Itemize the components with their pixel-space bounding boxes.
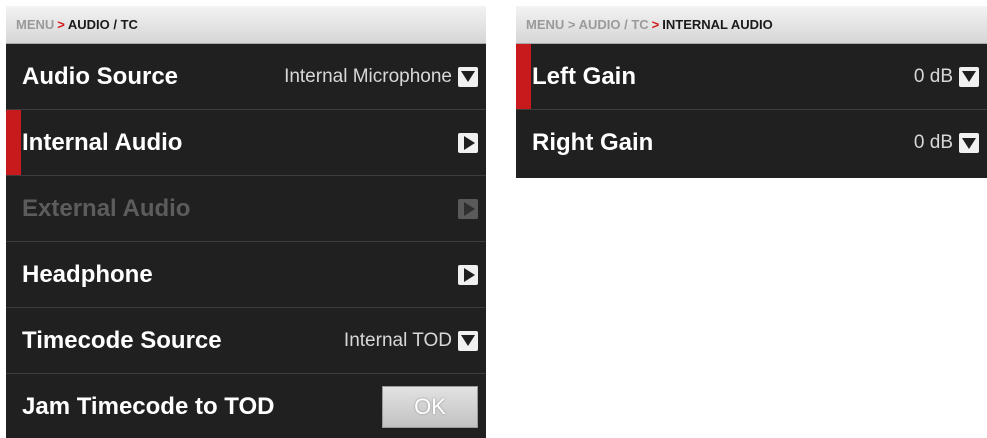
row-label: Timecode Source bbox=[22, 326, 222, 354]
breadcrumb-separator: > bbox=[57, 17, 65, 32]
breadcrumb-parent[interactable]: MENU > AUDIO / TC bbox=[526, 17, 649, 32]
selection-indicator bbox=[6, 110, 21, 175]
breadcrumb-menu[interactable]: MENU bbox=[16, 17, 54, 32]
row-label: Internal Audio bbox=[22, 128, 183, 156]
menu-row-left-gain[interactable]: Left Gain 0 dB bbox=[516, 44, 987, 110]
row-label: Left Gain bbox=[532, 62, 637, 90]
chevron-right-icon bbox=[458, 198, 478, 219]
row-label: Right Gain bbox=[532, 129, 654, 156]
menu-row-timecode-source[interactable]: Timecode Source Internal TOD bbox=[6, 308, 486, 374]
chevron-down-icon[interactable] bbox=[458, 66, 478, 87]
row-label: External Audio bbox=[22, 194, 191, 222]
internal-audio-menu-panel: MENU > AUDIO / TC > INTERNAL AUDIO Left … bbox=[516, 6, 987, 178]
timecode-source-value[interactable]: Internal TOD bbox=[344, 330, 452, 352]
chevron-down-icon[interactable] bbox=[458, 330, 478, 351]
menu-row-jam-timecode: Jam Timecode to TOD OK bbox=[6, 374, 486, 438]
breadcrumb-current: INTERNAL AUDIO bbox=[662, 17, 773, 32]
breadcrumb-current: AUDIO / TC bbox=[67, 17, 138, 32]
chevron-right-icon[interactable] bbox=[458, 132, 478, 153]
row-label: Jam Timecode to TOD bbox=[22, 393, 275, 420]
row-label: Headphone bbox=[22, 260, 153, 288]
chevron-right-icon[interactable] bbox=[458, 264, 478, 285]
menu-row-external-audio: External Audio bbox=[6, 176, 486, 242]
menu-row-right-gain[interactable]: Right Gain 0 dB bbox=[516, 110, 987, 176]
audio-source-value[interactable]: Internal Microphone bbox=[284, 66, 452, 88]
menu-row-headphone[interactable]: Headphone bbox=[6, 242, 486, 308]
chevron-down-icon[interactable] bbox=[959, 66, 979, 87]
row-label: Audio Source bbox=[22, 62, 179, 90]
right-gain-value[interactable]: 0 dB bbox=[914, 132, 953, 154]
menu-row-audio-source[interactable]: Audio Source Internal Microphone bbox=[6, 44, 486, 110]
ok-button[interactable]: OK bbox=[382, 386, 478, 428]
breadcrumb: MENU > AUDIO / TC > INTERNAL AUDIO bbox=[516, 6, 987, 44]
audio-tc-menu-panel: MENU > AUDIO / TC Audio Source Internal … bbox=[6, 6, 486, 438]
chevron-down-icon[interactable] bbox=[959, 133, 979, 153]
breadcrumb: MENU > AUDIO / TC bbox=[6, 6, 486, 44]
left-gain-value[interactable]: 0 dB bbox=[914, 66, 953, 88]
breadcrumb-separator: > bbox=[651, 17, 660, 32]
selection-indicator bbox=[516, 44, 531, 109]
menu-row-internal-audio[interactable]: Internal Audio bbox=[6, 110, 486, 176]
